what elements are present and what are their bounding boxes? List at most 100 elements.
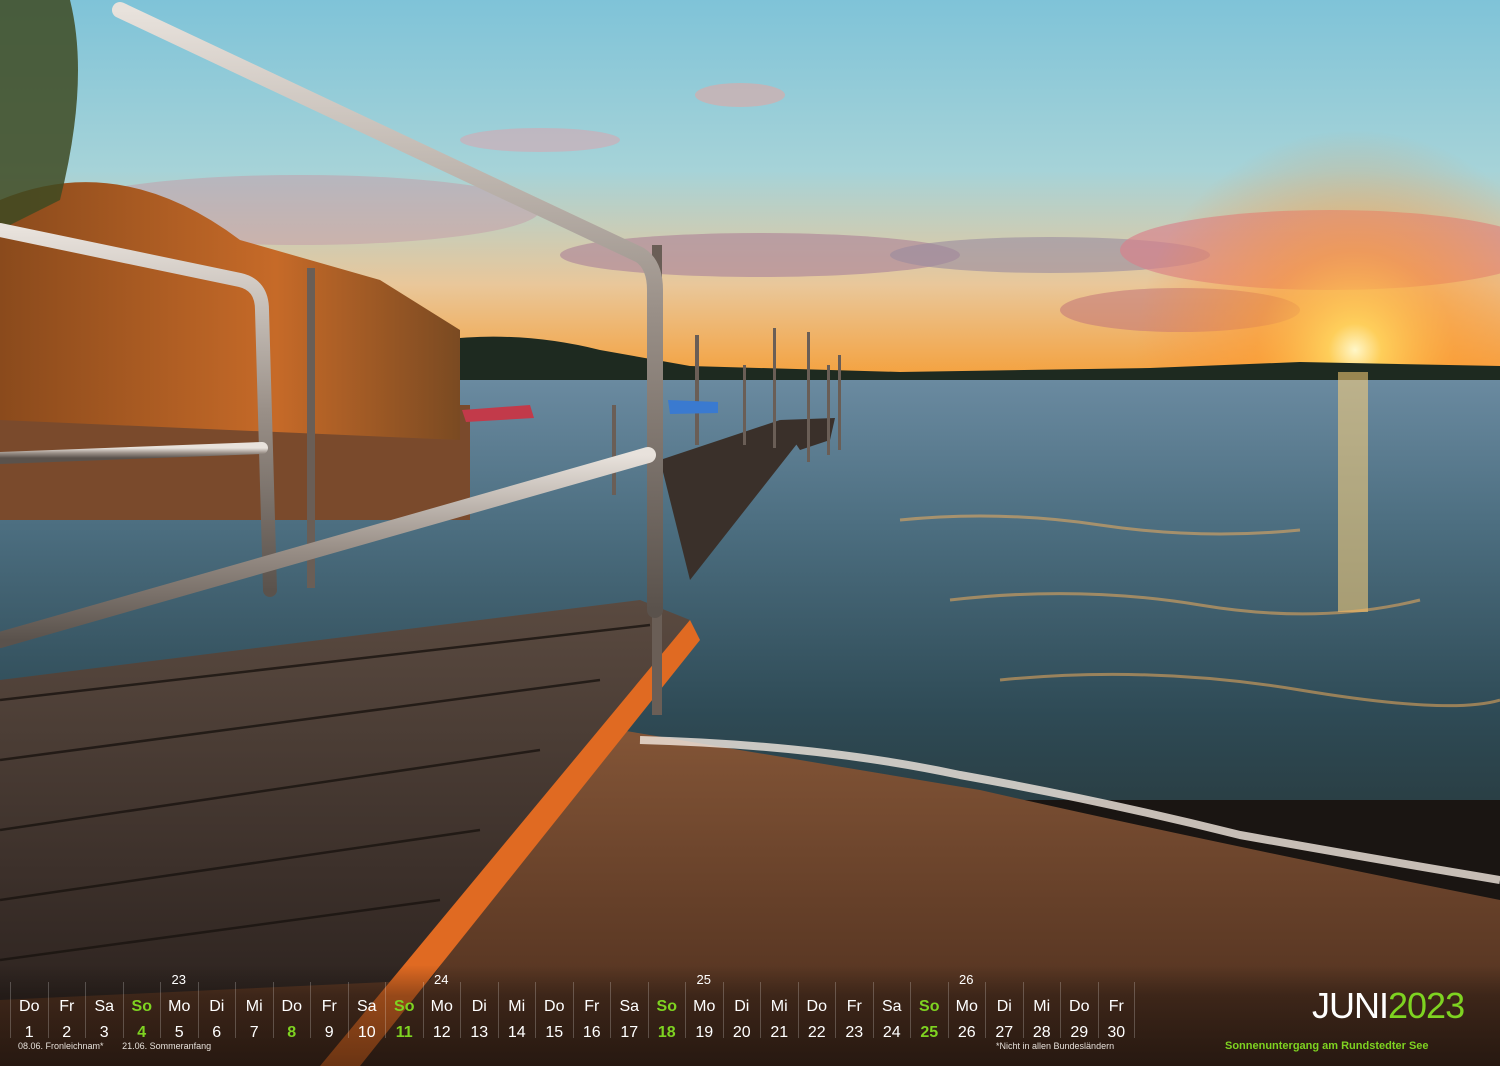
calendar-day: Mi 7	[235, 982, 273, 1041]
week-number: 25	[696, 972, 711, 987]
weekday-label: Fr	[59, 998, 75, 1015]
calendar-day: So 25	[910, 982, 948, 1041]
date-number: 6	[212, 1024, 222, 1041]
date-number: 19	[695, 1024, 714, 1041]
calendar-day: Do 15	[535, 982, 573, 1041]
calendar-day: Fr 30	[1097, 982, 1135, 1041]
date-number: 20	[732, 1024, 751, 1041]
weekday-label: Mi	[1033, 998, 1051, 1015]
weekday-label: Mo	[430, 998, 453, 1015]
date-number: 22	[807, 1024, 826, 1041]
week-number: 23	[171, 972, 186, 987]
calendar-day: Do 29	[1060, 982, 1098, 1041]
calendar-day: Fr 16	[572, 982, 611, 1041]
weekday-label: Mo	[693, 998, 716, 1015]
weekday-label: Mo	[955, 998, 978, 1015]
calendar-day: Do 8	[272, 982, 311, 1041]
date-number: 7	[249, 1024, 259, 1041]
calendar-day: So 18	[647, 982, 686, 1041]
calendar-day: So 11	[385, 982, 423, 1041]
date-number: 5	[174, 1024, 184, 1041]
weekday-label: Mi	[245, 998, 263, 1015]
weekday-label: Fr	[846, 998, 862, 1015]
date-number: 9	[324, 1024, 334, 1041]
date-number: 14	[507, 1024, 526, 1041]
weekday-label: Sa	[94, 998, 115, 1015]
weekday-label: Do	[544, 998, 565, 1015]
weekday-label: Mo	[168, 998, 191, 1015]
calendar-day: Do 1	[10, 982, 48, 1041]
calendar-page: Do 1 Fr 2 Sa 3 So 4 Mo 5 Di 6 Mi 7 Do 8 Fr 9 Sa 10 So 11 Mo 12 D…	[0, 0, 1500, 1066]
date-number: 13	[470, 1024, 489, 1041]
week-number: 24	[434, 972, 449, 987]
calendar-day: Di 27	[985, 982, 1023, 1041]
date-number: 10	[357, 1024, 376, 1041]
month-name: JUNI	[1312, 985, 1389, 1026]
footnote: *Nicht in allen Bundesländern	[996, 1041, 1115, 1051]
weekday-label: Do	[806, 998, 827, 1015]
calendar-day: So 4	[122, 982, 161, 1041]
weekday-label: Fr	[584, 998, 600, 1015]
calendar-day: Do 22	[797, 982, 836, 1041]
note-fronleichnam: 08.06. Fronleichnam*	[18, 1041, 104, 1051]
date-number: 15	[545, 1024, 564, 1041]
weekday-label: Fr	[1108, 998, 1124, 1015]
date-number: 25	[920, 1024, 939, 1041]
date-number: 28	[1032, 1024, 1051, 1041]
calendar-day: Di 20	[722, 982, 761, 1041]
date-number: 23	[845, 1024, 864, 1041]
weekday-label: So	[919, 998, 940, 1015]
date-number: 2	[62, 1024, 72, 1041]
date-number: 30	[1107, 1024, 1126, 1041]
week-number: 26	[959, 972, 974, 987]
photo-caption: Sonnenuntergang am Rundstedter See	[1225, 1040, 1429, 1052]
calendar-day: Mi 21	[760, 982, 798, 1041]
weekday-label: Di	[996, 998, 1012, 1015]
weekday-label: Do	[281, 998, 302, 1015]
calendar-day: Sa 3	[85, 982, 123, 1041]
calendar-day: Mo 26	[947, 982, 986, 1041]
calendar-day: Mo 12	[422, 982, 461, 1041]
calendar-day: Mi 14	[497, 982, 536, 1041]
calendar-strip: Do 1 Fr 2 Sa 3 So 4 Mo 5 Di 6 Mi 7 Do 8 Fr 9 Sa 10 So 11 Mo 12 D…	[10, 972, 1135, 1042]
weekday-label: Sa	[356, 998, 377, 1015]
date-number: 12	[432, 1024, 451, 1041]
date-number: 1	[24, 1024, 34, 1041]
calendar-day: Sa 17	[610, 982, 648, 1041]
weekday-label: Di	[471, 998, 487, 1015]
note-sommeranfang: 21.06. Sommeranfang	[122, 1041, 212, 1051]
weekday-label: Di	[209, 998, 225, 1015]
calendar-day: Sa 24	[872, 982, 911, 1041]
date-number: 26	[957, 1024, 976, 1041]
weekday-label: Fr	[321, 998, 337, 1015]
month-title: JUNI2023	[1312, 985, 1465, 1026]
date-number: 24	[882, 1024, 901, 1041]
calendar-day: Fr 9	[310, 982, 348, 1041]
calendar-day: Mi 28	[1022, 982, 1061, 1041]
date-number: 21	[770, 1024, 789, 1041]
date-number: 8	[287, 1024, 297, 1041]
weekday-label: So	[131, 998, 152, 1015]
date-number: 17	[620, 1024, 639, 1041]
calendar-day: Sa 10	[347, 982, 386, 1041]
calendar-day: Fr 23	[835, 982, 873, 1041]
weekday-label: So	[394, 998, 415, 1015]
date-number: 27	[995, 1024, 1014, 1041]
calendar-day: Mo 19	[685, 982, 723, 1041]
date-number: 4	[137, 1024, 147, 1041]
weekday-label: Di	[734, 998, 750, 1015]
weekday-label: Sa	[881, 998, 902, 1015]
date-number: 18	[657, 1024, 676, 1041]
calendar-day: Di 6	[197, 982, 236, 1041]
weekday-label: Sa	[619, 998, 640, 1015]
date-number: 3	[99, 1024, 109, 1041]
month-year: 2023	[1388, 985, 1465, 1026]
landscape-photo	[0, 0, 1500, 1066]
holiday-notes: 08.06. Fronleichnam* 21.06. Sommeranfang	[18, 1041, 227, 1051]
calendar-day: Mo 5	[160, 982, 198, 1041]
date-number: 11	[395, 1024, 413, 1041]
weekday-label: Mi	[770, 998, 788, 1015]
date-number: 29	[1070, 1024, 1089, 1041]
weekday-label: Do	[1069, 998, 1090, 1015]
weekday-label: Mi	[508, 998, 526, 1015]
